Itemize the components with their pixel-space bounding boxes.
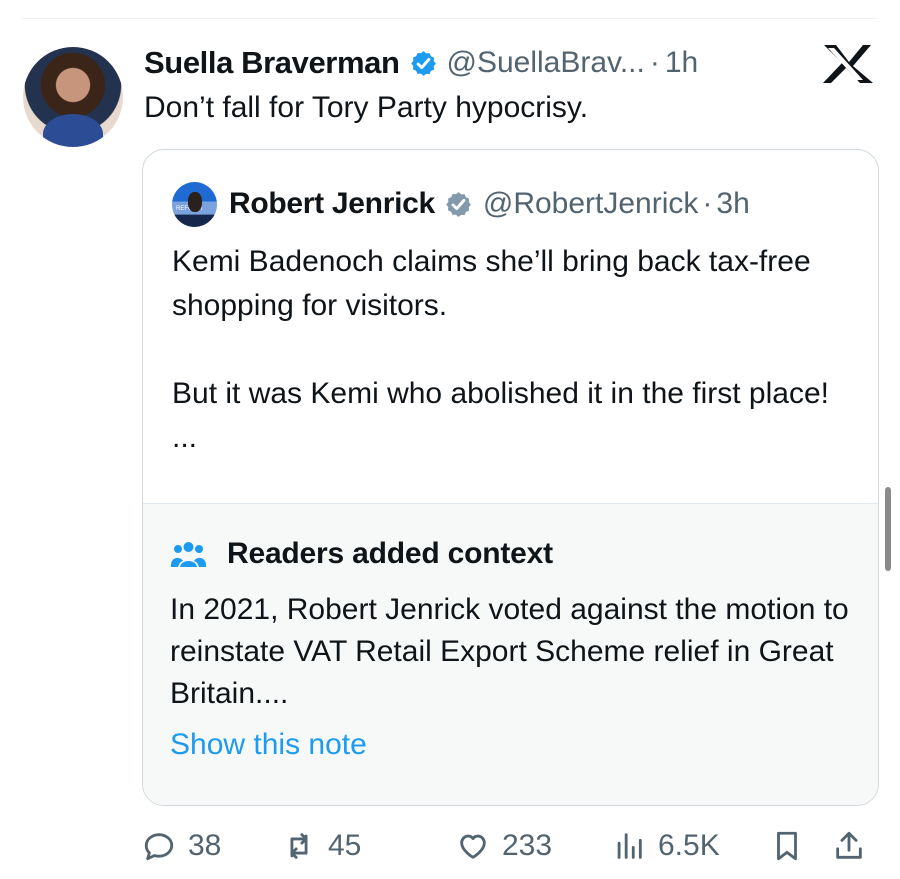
- bookmark-button[interactable]: [770, 826, 804, 866]
- quoted-post-text: Kemi Badenoch claims she’ll bring back t…: [172, 240, 862, 460]
- views-icon: [617, 833, 642, 859]
- heart-icon: [460, 834, 486, 859]
- quoted-separator-dot: ·: [702, 187, 713, 220]
- reply-icon: [144, 833, 174, 861]
- share-button[interactable]: [832, 826, 866, 866]
- community-note-header: Readers added context: [170, 537, 553, 571]
- view-count: 6.5K: [658, 829, 720, 862]
- quoted-author-avatar[interactable]: [172, 181, 217, 227]
- quoted-verified-badge-icon: [446, 191, 471, 217]
- post-time[interactable]: 1h: [665, 46, 698, 80]
- show-note-link[interactable]: Show this note: [170, 728, 367, 762]
- quoted-author-name[interactable]: Robert Jenrick: [229, 187, 435, 221]
- reply-button[interactable]: 38: [142, 826, 221, 866]
- verified-badge-icon: [410, 50, 436, 76]
- post-actions: 38 45 233 6.5K: [142, 826, 878, 866]
- views-button[interactable]: 6.5K: [612, 826, 720, 866]
- like-button[interactable]: 233: [456, 826, 552, 866]
- repost-icon: [290, 833, 308, 859]
- people-icon: [171, 542, 206, 567]
- reply-count: 38: [188, 829, 222, 862]
- like-count: 233: [502, 829, 553, 862]
- author-avatar[interactable]: [23, 47, 123, 147]
- community-note-title: Readers added context: [227, 537, 553, 570]
- post-header: Suella Braverman @SuellaBrav... · 1h: [144, 43, 698, 83]
- quoted-post-card[interactable]: Robert Jenrick @RobertJenrick · 3h Kemi …: [142, 149, 879, 806]
- bookmark-icon: [777, 831, 797, 861]
- x-logo-icon[interactable]: [808, 43, 878, 85]
- share-icon: [836, 831, 862, 859]
- separator-dot: ·: [649, 46, 660, 79]
- community-note: Readers added context In 2021, Robert Je…: [143, 503, 878, 805]
- quoted-paragraph-2: But it was Kemi who abolished it in the …: [172, 377, 829, 454]
- repost-count: 45: [328, 829, 362, 862]
- post-text: Don’t fall for Tory Party hypocrisy.: [144, 91, 589, 124]
- quoted-paragraph-1: Kemi Badenoch claims she’ll bring back t…: [172, 245, 811, 322]
- community-note-text: In 2021, Robert Jenrick voted against th…: [170, 593, 849, 710]
- scrollbar-thumb[interactable]: [885, 487, 891, 571]
- author-name[interactable]: Suella Braverman: [144, 45, 400, 81]
- top-divider: [22, 18, 878, 19]
- quoted-author-handle[interactable]: @RobertJenrick: [483, 187, 699, 221]
- author-handle[interactable]: @SuellaBrav...: [447, 46, 645, 80]
- quoted-post-time[interactable]: 3h: [716, 187, 749, 221]
- quoted-post-header: Robert Jenrick @RobertJenrick · 3h: [172, 181, 750, 227]
- repost-button[interactable]: 45: [282, 826, 361, 866]
